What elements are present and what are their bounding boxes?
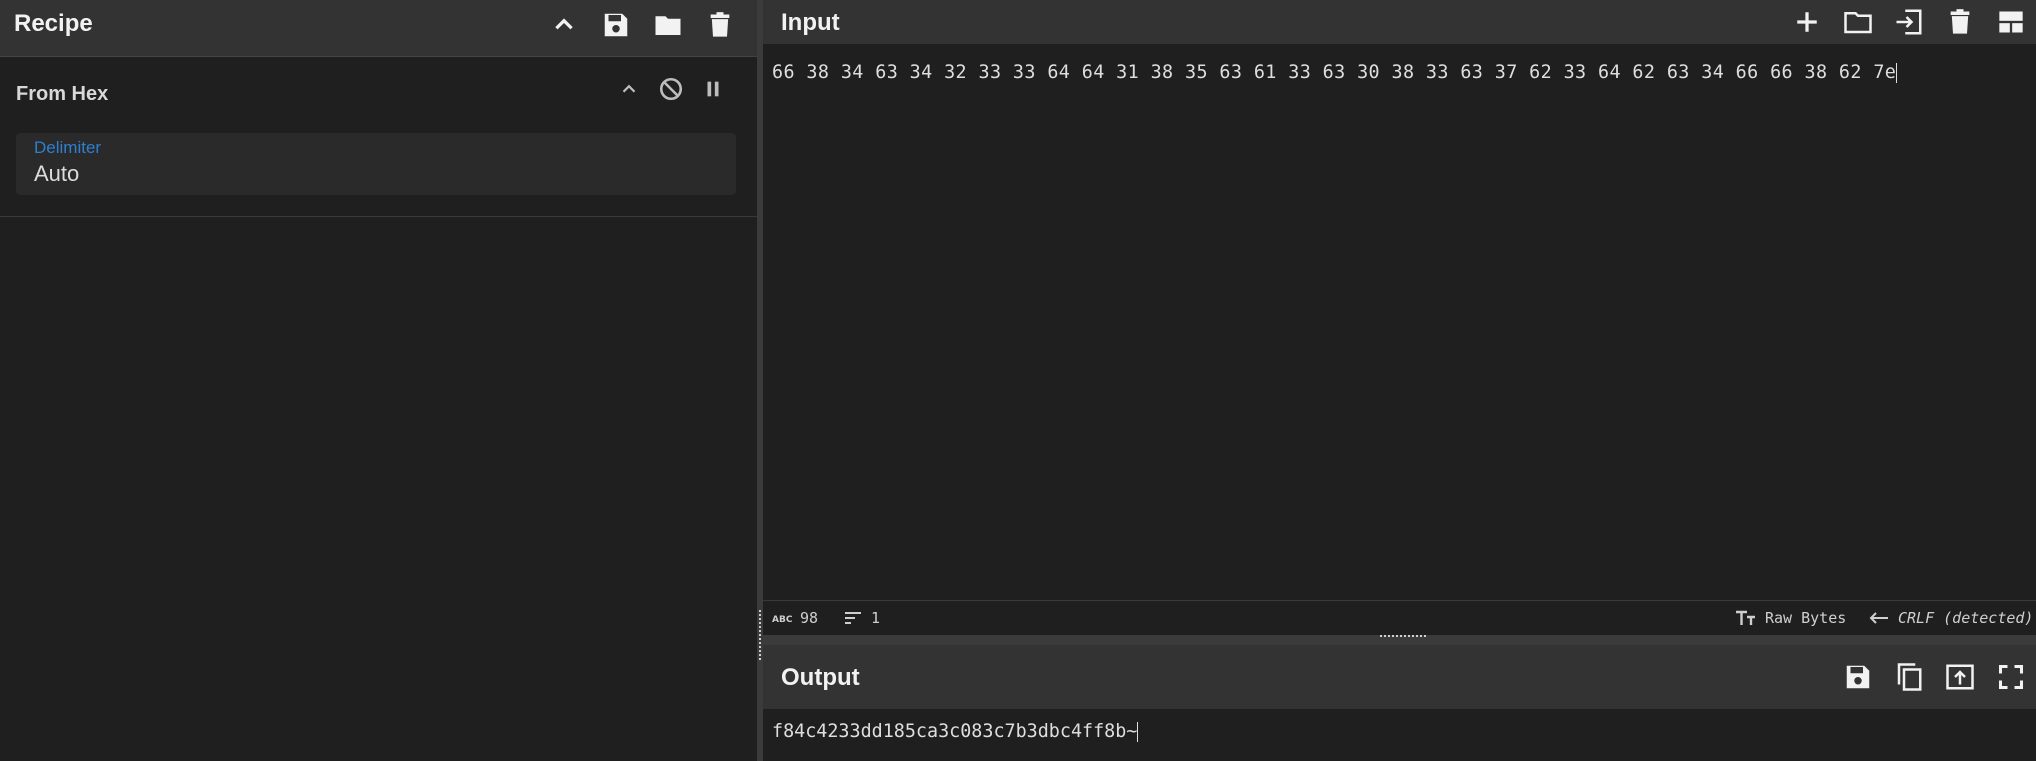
operation-from-hex: From Hex Delimiter Auto: [0, 57, 757, 217]
delimiter-select[interactable]: Delimiter Auto: [16, 133, 736, 195]
replace-input-icon[interactable]: [1940, 657, 1979, 697]
operation-name: From Hex: [16, 83, 109, 105]
pause-icon[interactable]: [699, 75, 727, 103]
output-header: Output: [763, 645, 2036, 709]
splitter-grip[interactable]: [1380, 635, 1426, 639]
encoding-label: Raw Bytes: [1765, 609, 1847, 627]
input-length: 98: [800, 609, 819, 627]
input-text-content: 66 38 34 63 34 32 33 33 64 64 31 38 35 6…: [772, 62, 1897, 83]
disable-icon[interactable]: [657, 75, 685, 103]
input-lines: 1: [871, 609, 881, 627]
output-pane: Output f84c4233dd185ca3c083c7b3dbc4ff8b~: [763, 645, 2036, 761]
length-stat: ABC 98: [772, 609, 818, 627]
chevron-up-icon[interactable]: [615, 75, 643, 103]
svg-text:ABC: ABC: [772, 615, 792, 625]
plus-icon[interactable]: [1787, 2, 1826, 42]
chevron-up-icon[interactable]: [545, 6, 583, 44]
recipe-title: Recipe: [14, 10, 93, 37]
input-textarea[interactable]: 66 38 34 63 34 32 33 33 64 64 31 38 35 6…: [772, 62, 2022, 83]
layout-icon[interactable]: [1991, 2, 2030, 42]
delimiter-label: Delimiter: [34, 138, 102, 157]
lines-stat: 1: [843, 609, 880, 627]
output-textarea[interactable]: f84c4233dd185ca3c083c7b3dbc4ff8b~: [772, 721, 1139, 742]
save-icon[interactable]: [1838, 657, 1877, 697]
text-caret: [1137, 722, 1139, 742]
input-file-icon[interactable]: [1889, 2, 1928, 42]
return-arrow-icon: [1868, 610, 1890, 626]
folder-icon[interactable]: [649, 6, 687, 44]
copy-icon[interactable]: [1889, 657, 1928, 697]
abc-icon: ABC: [772, 611, 792, 625]
trash-icon[interactable]: [1940, 2, 1979, 42]
input-pane: Input 66 38 34 63 34 32 33 33 64 64 31 3…: [763, 0, 2036, 636]
recipe-header: Recipe: [0, 0, 757, 57]
encoding-selector[interactable]: Raw Bytes: [1735, 609, 1846, 627]
input-header: Input: [763, 0, 2036, 44]
delimiter-value[interactable]: Auto: [34, 161, 79, 187]
text-size-icon: [1735, 610, 1757, 626]
input-status-bar: ABC 98 1 Raw Bytes CRLF (detected): [763, 600, 2036, 636]
eol-selector[interactable]: CRLF (detected): [1868, 609, 2033, 627]
output-title: Output: [781, 664, 860, 691]
save-icon[interactable]: [597, 6, 635, 44]
text-caret: [1896, 63, 1898, 83]
fullscreen-icon[interactable]: [1991, 657, 2030, 697]
recipe-pane: Recipe From Hex Delimiter Auto: [0, 0, 757, 761]
trash-icon[interactable]: [701, 6, 739, 44]
output-text-content: f84c4233dd185ca3c083c7b3dbc4ff8b~: [772, 721, 1138, 742]
folder-icon[interactable]: [1838, 2, 1877, 42]
eol-label: CRLF (detected): [1898, 609, 2034, 627]
lines-icon: [843, 610, 863, 626]
input-title: Input: [781, 9, 840, 36]
